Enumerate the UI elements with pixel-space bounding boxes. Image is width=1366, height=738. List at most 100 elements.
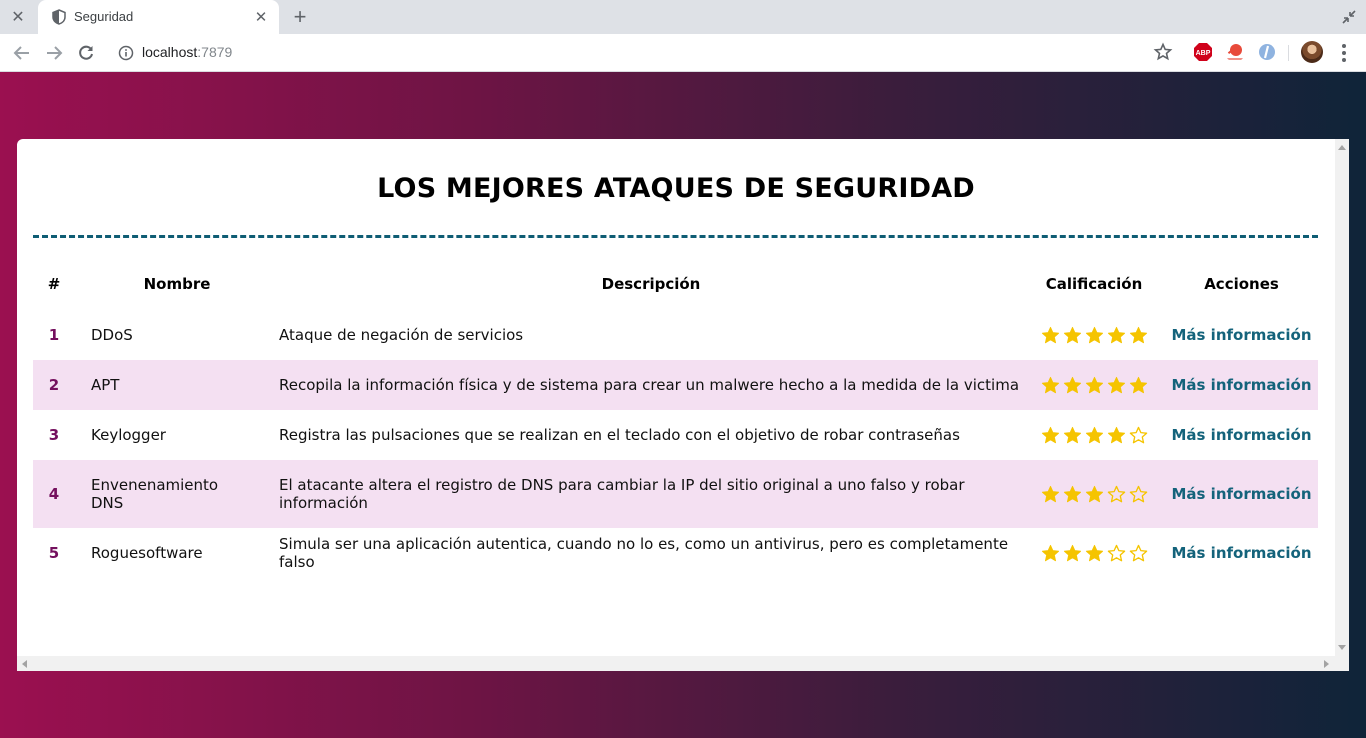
header-actions: Acciones	[1204, 275, 1279, 293]
row-actions: Más información	[1165, 310, 1318, 360]
content-card: LOS MEJORES ATAQUES DE SEGURIDAD # Nombr…	[17, 139, 1349, 671]
star-outline-icon	[1107, 485, 1125, 502]
star-outline-icon	[1129, 544, 1147, 561]
star-filled-icon	[1041, 544, 1059, 561]
info-icon[interactable]	[118, 45, 134, 61]
star-filled-icon	[1063, 326, 1081, 343]
header-description: Descripción	[601, 275, 701, 293]
row-name: Envenenamiento DNS	[75, 460, 263, 528]
row-name: DDoS	[75, 310, 263, 360]
star-filled-icon	[1085, 326, 1103, 343]
vertical-scrollbar[interactable]	[1335, 139, 1349, 656]
star-filled-icon	[1041, 485, 1059, 502]
star-rating	[1041, 426, 1148, 445]
shield-icon	[52, 9, 66, 25]
star-filled-icon	[1085, 426, 1103, 443]
header-name: Nombre	[143, 275, 211, 293]
extension-icon[interactable]	[1257, 42, 1277, 62]
tab-close-icon[interactable]: ✕	[251, 7, 271, 27]
more-info-link[interactable]: Más información	[1171, 544, 1311, 562]
new-tab-button[interactable]: +	[288, 4, 312, 30]
reload-icon	[79, 45, 93, 60]
row-number: 5	[33, 528, 75, 578]
svg-text:ABP: ABP	[1196, 50, 1211, 57]
bookmark-star-icon[interactable]	[1153, 42, 1173, 62]
close-icon[interactable]: ✕	[0, 0, 36, 34]
star-filled-icon	[1085, 485, 1103, 502]
star-outline-icon	[1107, 544, 1125, 561]
tab-strip: ✕ Seguridad ✕ +	[0, 0, 1366, 34]
row-number: 2	[33, 360, 75, 410]
star-filled-icon	[1085, 376, 1103, 393]
row-rating	[1023, 360, 1165, 410]
horizontal-scrollbar[interactable]	[17, 656, 1349, 671]
lastpass-icon[interactable]	[1225, 42, 1245, 62]
browser-tab[interactable]: Seguridad ✕	[38, 0, 279, 34]
star-outline-icon	[1129, 485, 1147, 502]
adblock-icon[interactable]: ABP	[1193, 42, 1213, 62]
reload-button[interactable]	[74, 41, 98, 65]
avatar[interactable]	[1301, 41, 1323, 63]
row-description: Ataque de negación de servicios	[263, 310, 1023, 360]
scroll-right-arrow-icon[interactable]	[1324, 660, 1329, 668]
arrow-left-icon	[13, 46, 29, 60]
star-outline-icon	[1129, 426, 1147, 443]
back-button[interactable]	[10, 41, 34, 65]
star-filled-icon	[1129, 376, 1147, 393]
star-rating	[1041, 485, 1148, 504]
page-background: LOS MEJORES ATAQUES DE SEGURIDAD # Nombr…	[0, 72, 1366, 738]
table-row: 4 Envenenamiento DNS El atacante altera …	[33, 460, 1318, 528]
row-number: 3	[33, 410, 75, 460]
more-info-link[interactable]: Más información	[1171, 485, 1311, 503]
row-rating	[1023, 410, 1165, 460]
browser-toolbar: localhost:7879 ABP	[0, 34, 1366, 72]
arrow-right-icon	[47, 46, 63, 60]
row-description: El atacante altera el registro de DNS pa…	[263, 460, 1023, 528]
row-rating	[1023, 310, 1165, 360]
star-rating	[1041, 376, 1148, 395]
url-host: localhost	[142, 44, 198, 60]
more-info-link[interactable]: Más información	[1171, 326, 1311, 344]
star-filled-icon	[1063, 485, 1081, 502]
page-title: LOS MEJORES ATAQUES DE SEGURIDAD	[377, 173, 975, 204]
row-number: 4	[33, 460, 75, 528]
star-rating	[1041, 326, 1148, 345]
table-row: 5 Roguesoftware Simula ser una aplicació…	[33, 528, 1318, 578]
url-port: :7879	[197, 44, 233, 60]
star-filled-icon	[1107, 426, 1125, 443]
table-header-row: # Nombre Descripción Calificación Accion…	[33, 258, 1318, 310]
row-actions: Más información	[1165, 410, 1318, 460]
table-row: 3 Keylogger Registra las pulsaciones que…	[33, 410, 1318, 460]
row-actions: Más información	[1165, 528, 1318, 578]
row-actions: Más información	[1165, 360, 1318, 410]
tab-title: Seguridad	[74, 9, 134, 24]
row-description: Simula ser una aplicación autentica, cua…	[263, 528, 1023, 578]
row-description: Registra las pulsaciones que se realizan…	[263, 410, 1023, 460]
forward-button[interactable]	[42, 41, 66, 65]
scroll-up-arrow-icon[interactable]	[1338, 145, 1346, 150]
star-filled-icon	[1107, 376, 1125, 393]
toolbar-separator	[1288, 45, 1289, 61]
star-filled-icon	[1107, 326, 1125, 343]
row-rating	[1023, 460, 1165, 528]
row-name: APT	[75, 360, 263, 410]
table-row: 1 DDoS Ataque de negación de servicios M…	[33, 310, 1318, 360]
restore-window-icon[interactable]	[1340, 8, 1358, 26]
star-filled-icon	[1129, 326, 1147, 343]
scroll-down-arrow-icon[interactable]	[1338, 645, 1346, 650]
star-filled-icon	[1041, 326, 1059, 343]
row-description: Recopila la información física y de sist…	[263, 360, 1023, 410]
dashed-divider	[33, 235, 1318, 238]
more-info-link[interactable]: Más información	[1171, 376, 1311, 394]
row-name: Roguesoftware	[75, 528, 263, 578]
menu-button[interactable]	[1334, 42, 1354, 64]
more-info-link[interactable]: Más información	[1171, 426, 1311, 444]
header-rating: Calificación	[1045, 275, 1143, 293]
row-number: 1	[33, 310, 75, 360]
address-bar[interactable]: localhost:7879	[142, 44, 232, 60]
star-rating	[1041, 544, 1148, 563]
row-name: Keylogger	[75, 410, 263, 460]
star-filled-icon	[1085, 544, 1103, 561]
scroll-left-arrow-icon[interactable]	[22, 660, 27, 668]
star-filled-icon	[1063, 426, 1081, 443]
